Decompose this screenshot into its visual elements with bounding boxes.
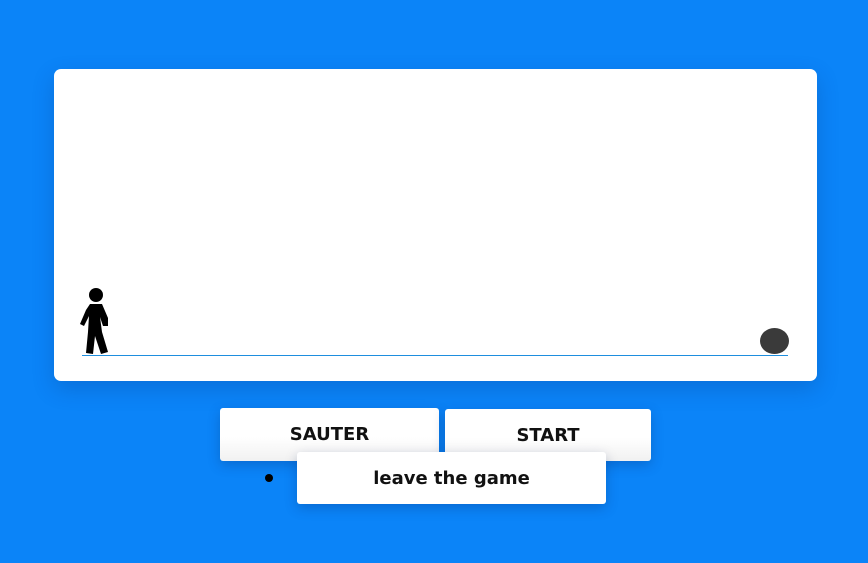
leave-game-button[interactable]: leave the game (297, 452, 606, 504)
rolling-ball-obstacle (760, 328, 789, 354)
stick-figure-walking-icon (80, 288, 108, 354)
ground-line (82, 355, 788, 356)
game-canvas[interactable] (54, 69, 817, 381)
list-bullet (265, 474, 273, 482)
